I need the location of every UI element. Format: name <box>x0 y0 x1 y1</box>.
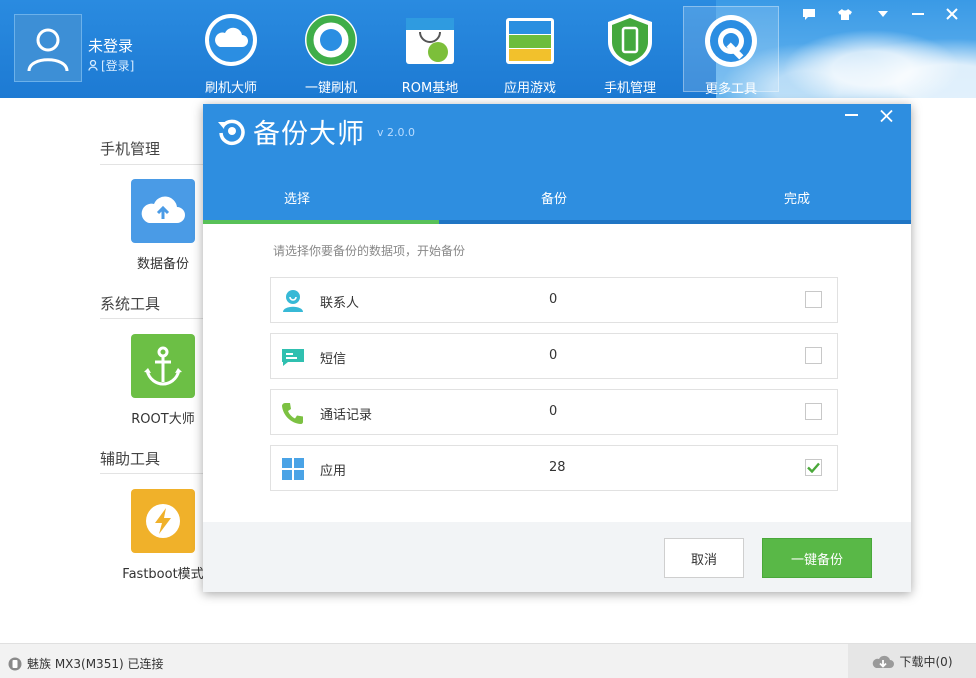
nav-label: ROM基地 <box>401 81 459 96</box>
wrench-gear-icon <box>703 13 759 69</box>
backup-item-contacts[interactable]: 联系人 0 <box>270 277 838 323</box>
download-status[interactable]: 下载中(0) <box>848 644 976 678</box>
status-bar: 魅族 MX3(M351) 已连接 下载中(0) <box>0 643 976 678</box>
selection-hint: 请选择你要备份的数据项，开始备份 <box>273 244 466 258</box>
phone-call-icon <box>281 401 305 425</box>
section-divider <box>100 318 210 319</box>
apps-stack-icon <box>502 12 558 68</box>
item-checkbox[interactable] <box>805 459 822 476</box>
login-link[interactable]: [登录] <box>88 57 134 74</box>
top-header: 未登录 [登录] 刷机大师 一键刷机 ROM基地 应用游戏 手机管理 更多工具 <box>0 0 976 98</box>
item-count: 28 <box>549 460 566 475</box>
item-count: 0 <box>549 404 558 419</box>
close-icon[interactable] <box>941 6 963 22</box>
tool-label: ROOT大师 <box>131 412 195 427</box>
dialog-title: 备份大师 <box>253 119 365 150</box>
nav-label: 应用游戏 <box>503 81 556 96</box>
android-bag-icon <box>402 12 458 68</box>
nav-flash-master[interactable]: 刷机大师 <box>183 6 279 96</box>
one-click-backup-button[interactable]: 一键备份 <box>762 538 872 578</box>
feedback-icon[interactable] <box>798 6 820 22</box>
person-icon <box>88 60 98 71</box>
item-count: 0 <box>549 292 558 307</box>
minimize-icon[interactable] <box>907 6 929 22</box>
lightning-icon <box>131 489 195 553</box>
cloud-icon <box>203 12 259 68</box>
backup-item-call-log[interactable]: 通话记录 0 <box>270 389 838 435</box>
skin-icon[interactable] <box>834 6 856 22</box>
contact-icon <box>281 289 305 313</box>
nav-label: 更多工具 <box>704 82 757 97</box>
backup-item-sms[interactable]: 短信 0 <box>270 333 838 379</box>
dialog-close-icon[interactable] <box>877 108 895 128</box>
backup-master-dialog: 备份大师 v 2.0.0 选择 备份 完成 请选择你要备份的数据项，开始备份 联… <box>203 104 911 592</box>
phone-icon <box>8 657 22 670</box>
nav-label: 刷机大师 <box>204 81 257 96</box>
section-divider <box>100 473 210 474</box>
checkmark-icon <box>807 462 820 473</box>
item-label: 短信 <box>320 352 347 367</box>
backup-logo-icon <box>217 116 247 150</box>
item-label: 应用 <box>320 464 347 479</box>
item-checkbox[interactable] <box>805 291 822 308</box>
nav-more-tools[interactable]: 更多工具 <box>683 6 779 97</box>
user-name: 未登录 <box>88 37 134 55</box>
menu-down-icon[interactable] <box>872 6 894 22</box>
step-done: 完成 <box>784 192 811 207</box>
nav-label: 手机管理 <box>603 81 656 96</box>
device-label: 魅族 MX3(M351) 已连接 <box>27 657 164 671</box>
section-divider <box>100 164 210 165</box>
step-backup: 备份 <box>541 192 568 207</box>
phone-shield-icon <box>602 12 658 68</box>
item-checkbox[interactable] <box>805 403 822 420</box>
nav-rom-base[interactable]: ROM基地 <box>382 6 478 96</box>
sms-icon <box>281 345 305 369</box>
device-status: 魅族 MX3(M351) 已连接 <box>8 655 163 672</box>
nav-label: 一键刷机 <box>304 81 357 96</box>
item-checkbox[interactable] <box>805 347 822 364</box>
item-label: 联系人 <box>320 296 360 311</box>
nav-one-click-flash[interactable]: 一键刷机 <box>283 6 379 96</box>
tool-label: 数据备份 <box>136 257 189 272</box>
step-progress-fill <box>203 220 439 224</box>
cancel-button[interactable]: 取消 <box>664 538 744 578</box>
backup-item-apps[interactable]: 应用 28 <box>270 445 838 491</box>
user-icon <box>27 28 69 72</box>
nav-phone-manage[interactable]: 手机管理 <box>582 6 678 96</box>
section-title-phone-manage: 手机管理 <box>100 140 161 158</box>
avatar[interactable] <box>14 14 82 82</box>
anchor-icon <box>131 334 195 398</box>
tool-label: Fastboot模式 <box>122 567 204 582</box>
dialog-version: v 2.0.0 <box>377 126 415 139</box>
refresh-icon <box>303 12 359 68</box>
item-label: 通话记录 <box>320 408 373 423</box>
section-title-system-tools: 系统工具 <box>100 295 161 313</box>
item-count: 0 <box>549 348 558 363</box>
section-title-aux-tools: 辅助工具 <box>100 450 161 468</box>
dialog-minimize-icon[interactable] <box>843 108 859 128</box>
download-label: 下载中(0) <box>899 655 953 669</box>
step-select: 选择 <box>284 192 311 207</box>
cloud-upload-icon <box>131 179 195 243</box>
apps-grid-icon <box>281 457 305 481</box>
nav-apps-games[interactable]: 应用游戏 <box>482 6 578 96</box>
cloud-download-icon <box>872 655 894 668</box>
login-label: [登录] <box>101 59 135 73</box>
